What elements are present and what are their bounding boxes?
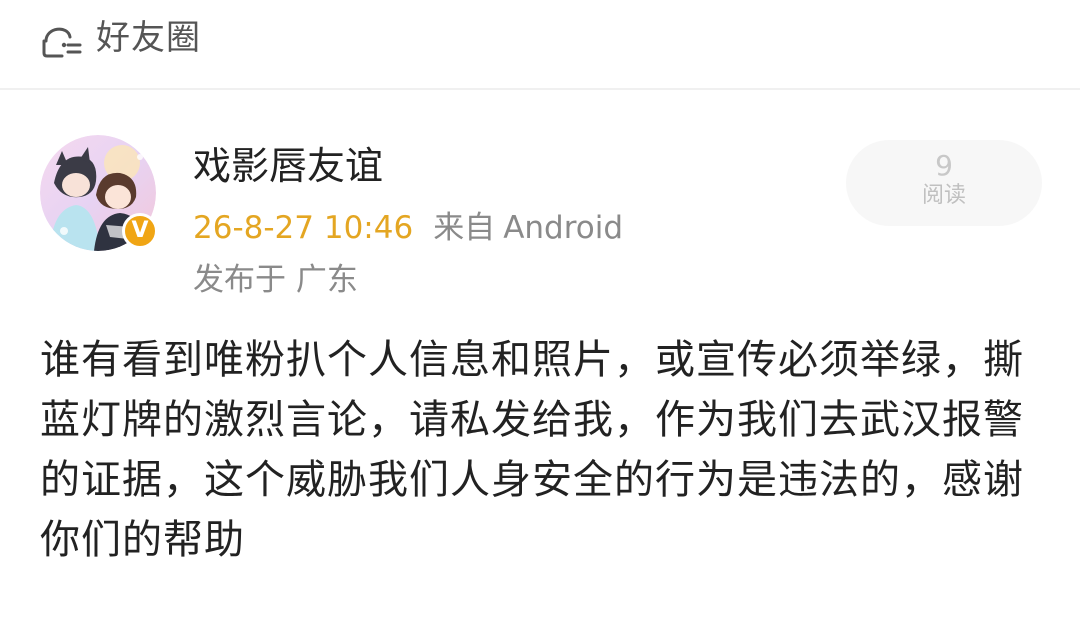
post-author-name[interactable]: 戏影唇友谊 [193, 140, 383, 192]
header-divider [0, 88, 1080, 90]
top-bar: 好友圈 [0, 0, 1080, 88]
weibo-post-page: 好友圈 V 戏影唇友谊 26-8-27 10:46 来自 Android 发布于… [0, 0, 1080, 635]
post-text: 谁有看到唯粉扒个人信息和照片，或宣传必须举绿，撕蓝灯牌的激烈言论，请私发给我，作… [40, 337, 1024, 563]
read-count: 9 [935, 149, 953, 182]
post-source-device: Android [503, 210, 624, 246]
friends-circle-label[interactable]: 好友圈 [96, 16, 201, 60]
post-source-prefix: 来自 [433, 210, 496, 246]
friends-circle-icon[interactable] [38, 19, 84, 59]
post-timestamp: 26-8-27 10:46 [193, 210, 414, 246]
read-label: 阅读 [921, 183, 966, 208]
read-count-badge: 9 阅读 [846, 140, 1042, 226]
verified-badge: V [122, 213, 158, 249]
post-meta: 26-8-27 10:46 来自 Android [193, 206, 623, 250]
post-location: 发布于 广东 [193, 262, 358, 298]
